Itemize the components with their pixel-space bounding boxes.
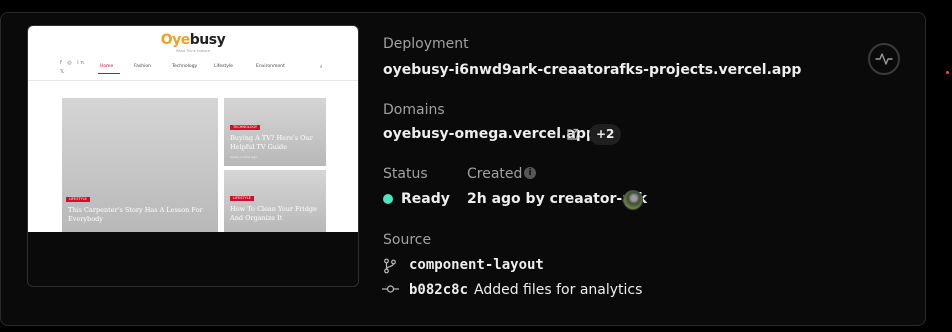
- preview-category-badge: LIFESTYLE: [66, 197, 90, 202]
- status-value: Ready: [401, 191, 450, 207]
- preview-article-meta: admin 2 mins ago: [230, 155, 257, 159]
- preview-nav-underline: [98, 73, 120, 74]
- activity-button[interactable]: [868, 43, 900, 75]
- preview-tagline: Read Think Explore: [176, 49, 210, 53]
- preview-search-icon: ⌕: [320, 65, 323, 70]
- source-label: Source: [383, 232, 432, 248]
- preview-divider: [28, 80, 358, 81]
- preview-nav-item: Technology: [172, 64, 198, 69]
- preview-nav-item: Lifestyle: [214, 64, 233, 69]
- commit-hash[interactable]: b082c8c: [409, 282, 468, 298]
- preview-article-title: Buying A TV? Here's Our Helpful TV Guide: [230, 134, 313, 151]
- preview-logo-part1: Oye: [160, 32, 191, 48]
- preview-article-title: How To Clean Your Fridge And Organize It: [230, 205, 317, 222]
- domain-link[interactable]: oyebusy-omega.vercel.app: [383, 126, 596, 142]
- info-icon[interactable]: i: [524, 167, 536, 179]
- preview-article-top: TECHNOLOGY Buying A TV? Here's Our Helpf…: [224, 98, 326, 166]
- preview-article-title: This Carpenter's Story Has A Lesson For …: [68, 206, 203, 223]
- external-link-icon[interactable]: [566, 128, 579, 141]
- preview-nav-item: Environment: [256, 64, 285, 69]
- git-branch-icon: [384, 258, 396, 274]
- preview-category-badge: LIFESTYLE: [230, 196, 254, 201]
- created-value: 2h ago by creaator-afk: [467, 191, 648, 207]
- more-domains-badge[interactable]: +2: [589, 124, 622, 145]
- preview-article-bottom: LIFESTYLE How To Clean Your Fridge And O…: [224, 170, 326, 232]
- pulse-icon: [875, 53, 893, 65]
- preview-logo: Oyebusy: [28, 32, 358, 48]
- preview-category-badge: TECHNOLOGY: [230, 125, 261, 130]
- commit-message[interactable]: Added files for analytics: [474, 282, 642, 298]
- preview-nav-item: Home: [100, 64, 114, 69]
- status-label: Status: [383, 166, 428, 182]
- preview-nav-item: Fashion: [134, 64, 151, 69]
- deployment-preview[interactable]: Oyebusy Read Think Explore f ◎ in 𝕏 Home…: [27, 25, 359, 287]
- status-dot: [383, 194, 393, 204]
- preview-screenshot: Oyebusy Read Think Explore f ◎ in 𝕏 Home…: [28, 26, 358, 232]
- avatar[interactable]: [623, 190, 643, 210]
- preview-logo-part2: busy: [189, 32, 226, 48]
- branch-name[interactable]: component-layout: [409, 257, 544, 273]
- indicator-dot: [946, 71, 949, 74]
- preview-navbar: Home Fashion Technology Lifestyle Enviro…: [28, 64, 358, 76]
- deployment-label: Deployment: [383, 36, 469, 52]
- deployment-url-link[interactable]: oyebusy-i6nwd9ark-creaatorafks-projects.…: [383, 62, 801, 78]
- preview-article-main: LIFESTYLE This Carpenter's Story Has A L…: [62, 98, 218, 232]
- created-label: Created: [467, 166, 523, 182]
- domains-label: Domains: [383, 102, 445, 118]
- git-commit-icon: [382, 285, 399, 293]
